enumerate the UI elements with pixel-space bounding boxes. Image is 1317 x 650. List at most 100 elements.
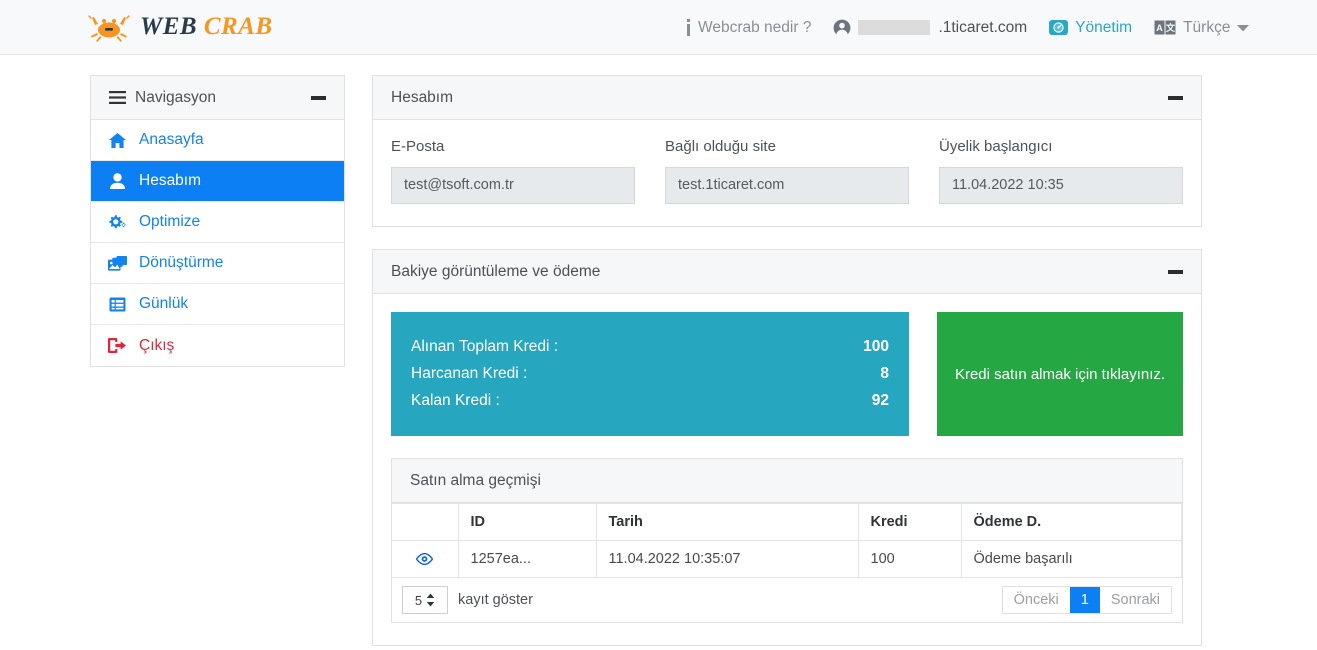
page-length-select[interactable]: 5 xyxy=(402,586,448,614)
sidebar-label-donusturme: Dönüştürme xyxy=(139,254,224,271)
purchase-history-title: Satın alma geçmişi xyxy=(392,459,1182,503)
nav-language-label: Türkçe xyxy=(1183,18,1231,36)
row-credit: 100 xyxy=(858,540,962,578)
navigation-title-text: Navigasyon xyxy=(135,88,216,106)
credit-spent-value: 8 xyxy=(880,365,889,382)
buy-credit-button[interactable]: Kredi satın almak için tıklayınız. xyxy=(937,312,1183,436)
top-navigation: Webcrab nedir ? .1ticaret.com Yönetim A … xyxy=(686,0,1250,55)
navigation-collapse-button[interactable] xyxy=(311,95,326,100)
row-date: 11.04.2022 10:35:07 xyxy=(596,540,859,578)
sidebar-label-optimize: Optimize xyxy=(139,213,201,230)
navigation-list: Anasayfa Hesabım Optimize Dönüştürme Gün… xyxy=(91,120,344,366)
column-header-actions xyxy=(392,503,459,541)
spinner-arrows-icon xyxy=(426,593,435,607)
row-id: 1257ea... xyxy=(458,540,597,578)
pagination-next[interactable]: Sonraki xyxy=(1100,587,1171,613)
brand-logo[interactable]: WEB CRAB xyxy=(88,12,273,42)
page-length-label: kayıt göster xyxy=(458,592,533,608)
main-column: Hesabım E-Posta test@tsoft.com.tr Bağlı … xyxy=(372,75,1202,650)
sidebar-item-anasayfa[interactable]: Anasayfa xyxy=(91,120,344,161)
brand-crab-text: CRAB xyxy=(203,13,273,40)
cogs-icon xyxy=(107,214,127,230)
language-icon: A 文 xyxy=(1154,20,1176,35)
sidebar-label-gunluk: Günlük xyxy=(139,295,189,312)
user-icon xyxy=(107,173,127,189)
credit-remaining-label: Kalan Kredi : xyxy=(411,392,500,409)
sidebar-item-cikis[interactable]: Çıkış xyxy=(91,325,344,366)
site-field[interactable]: test.1ticaret.com xyxy=(665,167,909,204)
credit-remaining-value: 92 xyxy=(871,392,889,409)
nav-account[interactable]: .1ticaret.com xyxy=(833,19,1027,37)
balance-collapse-button[interactable] xyxy=(1168,269,1183,274)
nav-admin-label: Yönetim xyxy=(1075,18,1133,36)
info-icon xyxy=(686,19,691,36)
row-action-cell[interactable] xyxy=(392,540,459,578)
top-header-bar: WEB CRAB Webcrab nedir ? .1ticaret.com Y… xyxy=(0,0,1317,55)
label-email: E-Posta xyxy=(391,138,445,155)
account-collapse-button[interactable] xyxy=(1168,95,1183,100)
nav-account-label: .1ticaret.com xyxy=(938,18,1028,36)
page-content: Navigasyon Anasayfa Hesabım Optimize Dön… xyxy=(0,55,1317,650)
purchase-history-table: ID Tarih Kredi Ödeme D. 1257ea... 11.04.… xyxy=(392,503,1182,578)
eye-icon[interactable] xyxy=(404,553,446,565)
nav-admin[interactable]: Yönetim xyxy=(1049,18,1132,37)
field-group-email: E-Posta test@tsoft.com.tr xyxy=(391,138,635,204)
pagination-page-1[interactable]: 1 xyxy=(1069,587,1100,613)
field-group-membership-start: Üyelik başlangıcı 11.04.2022 10:35 xyxy=(939,138,1183,204)
nav-about-label: Webcrab nedir ? xyxy=(698,18,812,36)
account-form-row: E-Posta test@tsoft.com.tr Bağlı olduğu s… xyxy=(391,138,1183,204)
nav-about-webcrab[interactable]: Webcrab nedir ? xyxy=(686,19,811,37)
purchase-history-card: Satın alma geçmişi ID Tarih Kredi Ödeme … xyxy=(391,458,1183,623)
sidebar-label-hesabim: Hesabım xyxy=(139,172,202,189)
sidebar-label-anasayfa: Anasayfa xyxy=(139,131,204,148)
label-site: Bağlı olduğu site xyxy=(665,138,776,155)
sidebar-column: Navigasyon Anasayfa Hesabım Optimize Dön… xyxy=(90,75,345,389)
credit-total-label: Alınan Toplam Kredi : xyxy=(411,338,559,355)
navigation-panel: Navigasyon Anasayfa Hesabım Optimize Dön… xyxy=(90,75,345,367)
table-body: 1257ea... 11.04.2022 10:35:07 100 Ödeme … xyxy=(392,540,1182,578)
sidebar-label-cikis: Çıkış xyxy=(139,336,175,354)
credit-spent-label: Harcanan Kredi : xyxy=(411,365,528,382)
tachometer-icon xyxy=(1049,18,1069,37)
sidebar-item-optimize[interactable]: Optimize xyxy=(91,202,344,243)
table-footer: 5 kayıt göster Önceki 1 Sonraki xyxy=(392,578,1182,622)
sidebar-item-gunluk[interactable]: Günlük xyxy=(91,284,344,325)
nav-language-selector[interactable]: A 文 Türkçe xyxy=(1154,18,1250,37)
credit-total-value: 100 xyxy=(863,338,889,355)
credit-line-remaining: Kalan Kredi : 92 xyxy=(411,392,889,410)
label-membership-start: Üyelik başlangıcı xyxy=(939,138,1053,155)
svg-text:A: A xyxy=(1156,23,1163,33)
pagination-previous[interactable]: Önceki xyxy=(1003,587,1070,613)
table-header: ID Tarih Kredi Ödeme D. xyxy=(392,503,1182,541)
images-icon xyxy=(107,255,127,271)
account-panel-body: E-Posta test@tsoft.com.tr Bağlı olduğu s… xyxy=(373,120,1201,226)
credit-summary-row: Alınan Toplam Kredi : 100 Harcanan Kredi… xyxy=(391,312,1183,436)
column-header-payment-status: Ödeme D. xyxy=(961,503,1182,541)
sidebar-item-donusturme[interactable]: Dönüştürme xyxy=(91,243,344,284)
table-header-row: ID Tarih Kredi Ödeme D. xyxy=(392,503,1182,541)
credit-line-spent: Harcanan Kredi : 8 xyxy=(411,365,889,383)
membership-start-field[interactable]: 11.04.2022 10:35 xyxy=(939,167,1183,204)
chevron-down-icon xyxy=(1237,24,1250,32)
brand-text: WEB CRAB xyxy=(140,13,273,41)
balance-panel-body: Alınan Toplam Kredi : 100 Harcanan Kredi… xyxy=(373,294,1201,645)
balance-panel-header: Bakiye görüntüleme ve ödeme xyxy=(373,250,1201,294)
page-length-control: 5 kayıt göster xyxy=(402,586,533,614)
page-length-value: 5 xyxy=(414,592,423,608)
credit-summary-box: Alınan Toplam Kredi : 100 Harcanan Kredi… xyxy=(391,312,909,436)
column-header-date: Tarih xyxy=(596,503,859,541)
navigation-panel-header: Navigasyon xyxy=(91,76,344,120)
table-row: 1257ea... 11.04.2022 10:35:07 100 Ödeme … xyxy=(392,540,1182,578)
balance-panel-title: Bakiye görüntüleme ve ödeme xyxy=(391,262,601,280)
sidebar-item-hesabim[interactable]: Hesabım xyxy=(91,161,344,202)
account-panel: Hesabım E-Posta test@tsoft.com.tr Bağlı … xyxy=(372,75,1202,227)
user-circle-icon xyxy=(833,19,851,37)
navigation-panel-title: Navigasyon xyxy=(109,89,216,107)
account-panel-header: Hesabım xyxy=(373,76,1201,120)
column-header-credit: Kredi xyxy=(858,503,962,541)
home-icon xyxy=(107,132,127,148)
email-field[interactable]: test@tsoft.com.tr xyxy=(391,167,635,204)
account-redaction xyxy=(858,20,931,35)
brand-web-text: WEB xyxy=(140,13,198,40)
svg-text:文: 文 xyxy=(1165,22,1176,33)
